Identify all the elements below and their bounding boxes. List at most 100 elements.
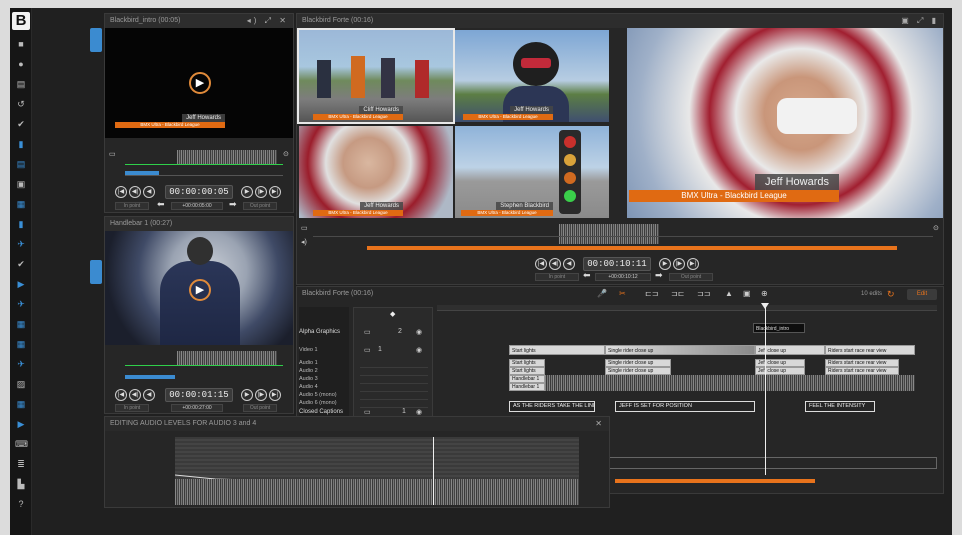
step-back-button[interactable]: ◀|: [129, 186, 141, 198]
calendar-icon[interactable]: ▦: [15, 338, 27, 350]
check-icon[interactable]: ✔: [15, 118, 27, 130]
undo-icon[interactable]: ↻: [887, 289, 895, 300]
window-controls[interactable]: ▣ ⤢ ▮: [901, 14, 939, 28]
gear-icon[interactable]: ●: [15, 58, 27, 70]
caption-clip[interactable]: FEEL THE INTENSITY: [805, 401, 875, 412]
skip-end-button[interactable]: ▶|: [687, 258, 699, 270]
edit-button[interactable]: Edit: [907, 289, 937, 300]
history-icon[interactable]: ↺: [15, 98, 27, 110]
audio-clip[interactable]: Riders start race rear view: [825, 367, 899, 375]
play-icon[interactable]: ▶: [189, 72, 211, 94]
app-logo[interactable]: B: [12, 12, 30, 30]
calendar-icon[interactable]: ▦: [15, 198, 27, 210]
arrow-right-icon[interactable]: ➡: [655, 270, 663, 281]
snap-icon[interactable]: ▣: [743, 289, 751, 298]
audio-clip[interactable]: Start lights: [509, 359, 545, 367]
eye-icon[interactable]: ◉: [416, 346, 422, 354]
marker-icon[interactable]: ▭: [109, 150, 116, 158]
arrow-right-icon[interactable]: ➡: [229, 199, 237, 210]
video-clip-4[interactable]: Riders start race rear view: [825, 345, 915, 355]
ripple-tool-icon[interactable]: ⊏⊐: [645, 289, 658, 298]
audio-waveform-strip[interactable]: [545, 375, 915, 391]
audio-clip[interactable]: Riders start race rear view: [825, 359, 899, 367]
step-forward-button[interactable]: |▶: [255, 389, 267, 401]
play-reverse-button[interactable]: ◀: [143, 186, 155, 198]
calendar-icon[interactable]: ▦: [15, 398, 27, 410]
skip-start-button[interactable]: |◀: [535, 258, 547, 270]
file-icon[interactable]: ▮: [15, 138, 27, 150]
eye-icon[interactable]: ◉: [416, 328, 422, 336]
panel-tab-handlebar[interactable]: [90, 260, 102, 284]
youtube-icon[interactable]: ▶: [15, 278, 27, 290]
playhead[interactable]: [765, 307, 766, 475]
timeline-scroll-bar[interactable]: [615, 479, 815, 483]
calendar-icon[interactable]: ▦: [15, 318, 27, 330]
play-reverse-button[interactable]: ◀: [563, 258, 575, 270]
caption-icon[interactable]: ▭: [364, 346, 371, 354]
step-back-button[interactable]: ◀|: [549, 258, 561, 270]
in-point-button[interactable]: In point: [115, 202, 149, 210]
eye-icon[interactable]: ◉: [416, 408, 422, 416]
handlebar-video-frame[interactable]: ▶: [105, 231, 293, 345]
window-controls[interactable]: ◂) ⤢ ✕: [247, 14, 289, 28]
panel-tab-source[interactable]: [90, 28, 102, 52]
twitter-icon[interactable]: ✈: [15, 238, 27, 250]
caption-clip[interactable]: JEFF IS SET FOR POSITION: [615, 401, 755, 412]
audio-track-controls[interactable]: [360, 360, 428, 408]
out-point-button[interactable]: Out point: [243, 404, 277, 412]
audio-clip[interactable]: Jeff close up: [755, 367, 805, 375]
audio-clip[interactable]: Single rider close up: [605, 367, 671, 375]
out-point-button[interactable]: Out point: [243, 202, 277, 210]
skip-end-button[interactable]: ▶|: [269, 186, 281, 198]
add-track-icon[interactable]: ◆: [390, 310, 395, 318]
list-icon[interactable]: ≣: [15, 458, 27, 470]
handlebar-timecode[interactable]: 00:00:01:15: [165, 388, 233, 402]
keyboard-icon[interactable]: ⌨: [15, 438, 28, 450]
marker-icon[interactable]: ▭: [301, 224, 308, 232]
check-icon[interactable]: ✔: [15, 258, 27, 270]
folder-icon[interactable]: ▣: [15, 178, 27, 190]
play-button[interactable]: ▶: [241, 186, 253, 198]
handlebar-progress-bar[interactable]: [125, 375, 175, 379]
close-icon[interactable]: ✕: [595, 417, 605, 431]
screen-icon[interactable]: ■: [15, 38, 27, 50]
razor-tool-icon[interactable]: ✂: [619, 289, 626, 298]
program-monitor[interactable]: Jeff Howards BMX Ultra - Blackbird Leagu…: [627, 28, 943, 218]
help-icon[interactable]: ?: [15, 498, 27, 510]
volume-icon[interactable]: ◂): [301, 238, 307, 246]
audio-clip[interactable]: Single rider close up: [605, 359, 671, 367]
in-point-button[interactable]: In point: [535, 273, 579, 281]
step-forward-button[interactable]: |▶: [673, 258, 685, 270]
video-clip-2[interactable]: Single rider close up: [605, 345, 755, 355]
chart-icon[interactable]: ▙: [15, 478, 27, 490]
pin-icon[interactable]: ⊙: [933, 224, 939, 232]
caption-icon[interactable]: ▭: [364, 408, 371, 416]
handlebar-waveform[interactable]: [177, 351, 277, 365]
camera-tile-2[interactable]: Jeff Howards BMX Ultra - Blackbird Leagu…: [455, 30, 609, 122]
play-reverse-button[interactable]: ◀: [143, 389, 155, 401]
image-icon[interactable]: ▨: [15, 378, 27, 390]
caption-clip[interactable]: AS THE RIDERS TAKE THE LINE: [509, 401, 595, 412]
out-point-button[interactable]: Out point: [669, 273, 713, 281]
alpha-graphics-clip[interactable]: Blackbird_intro: [753, 323, 805, 333]
skip-start-button[interactable]: |◀: [115, 186, 127, 198]
program-timecode[interactable]: 00:00:10:11: [583, 257, 651, 271]
audio-clip[interactable]: Start lights: [509, 367, 545, 375]
zoom-icon[interactable]: ⊕: [761, 289, 768, 298]
pin-icon[interactable]: ⊙: [283, 150, 289, 158]
track-controls[interactable]: ◆ ▭ 2 ◉ ▭ 1 ◉ ▭ 1 ◉: [353, 307, 433, 417]
trim-tool-icon[interactable]: ⊐⊐: [697, 289, 710, 298]
slip-tool-icon[interactable]: ⊐⊏: [671, 289, 684, 298]
in-point-button[interactable]: In point: [115, 404, 149, 412]
audio-clip[interactable]: Jeff close up: [755, 359, 805, 367]
camera-tile-3[interactable]: Jeff Howards BMX Ultra - Blackbird Leagu…: [299, 126, 453, 218]
twitter-icon[interactable]: ✈: [15, 358, 27, 370]
step-forward-button[interactable]: |▶: [255, 186, 267, 198]
microphone-icon[interactable]: 🎤: [597, 289, 607, 298]
arrow-left-icon[interactable]: ⬅: [157, 199, 165, 210]
page-icon[interactable]: ▮: [15, 218, 27, 230]
lock-icon[interactable]: ▲: [725, 289, 733, 298]
play-icon[interactable]: ▶: [189, 279, 211, 301]
skip-start-button[interactable]: |◀: [115, 389, 127, 401]
play-button[interactable]: ▶: [659, 258, 671, 270]
